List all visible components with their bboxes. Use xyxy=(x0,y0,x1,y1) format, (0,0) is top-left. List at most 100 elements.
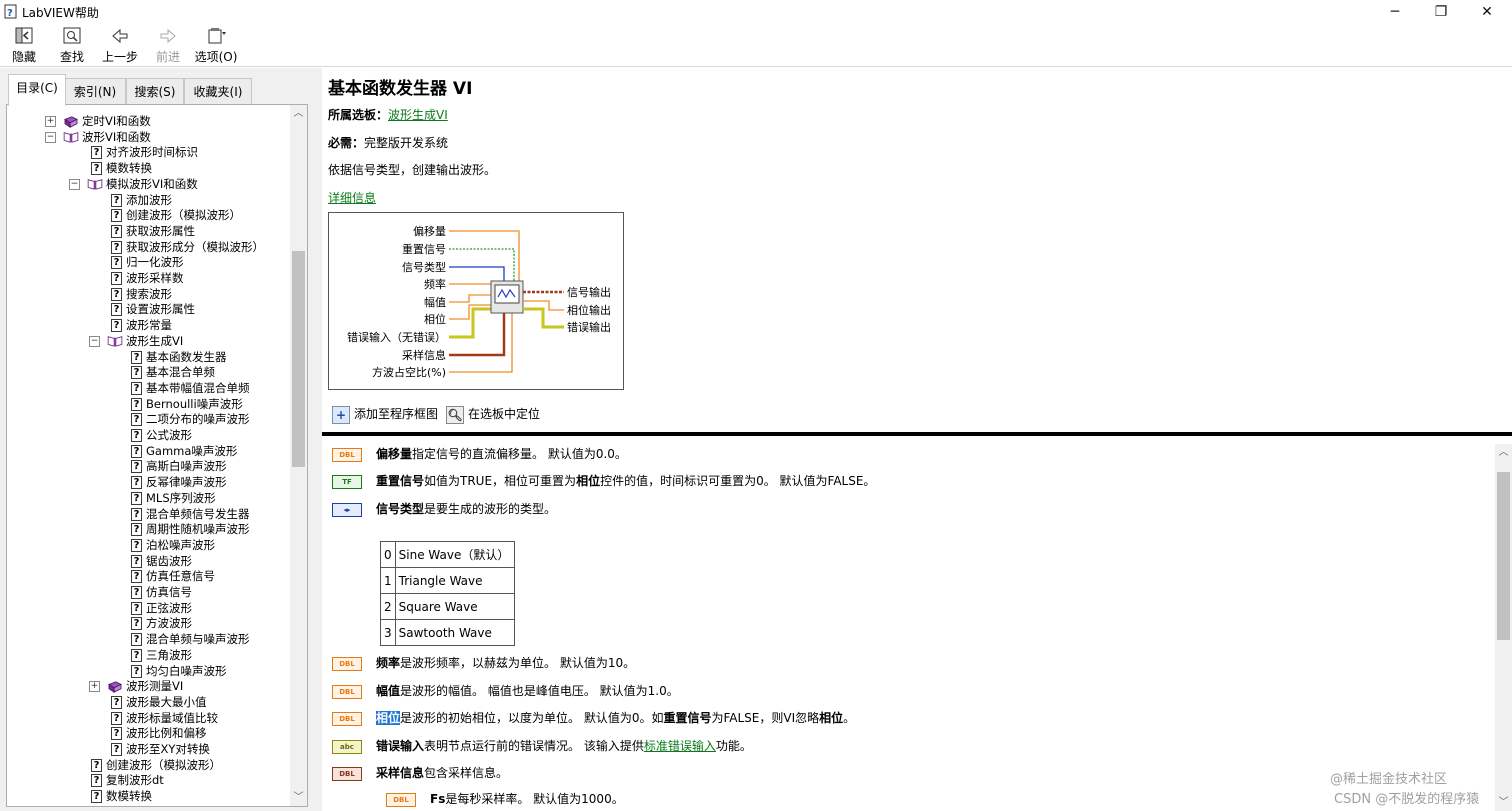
tree-topic[interactable]: ? 基本函数发生器 xyxy=(131,349,227,365)
tab-favorites[interactable]: 收藏夹(I) xyxy=(184,78,252,105)
tree-topic[interactable]: ? 模数转换 xyxy=(91,160,152,176)
back-button[interactable]: 上一步 xyxy=(102,26,138,64)
tree-folder[interactable]: + 波形测量VI xyxy=(89,678,183,694)
add-to-diagram-button[interactable]: + 添加至程序框图 xyxy=(332,403,438,425)
standard-error-link[interactable]: 标准错误输入 xyxy=(644,739,716,753)
tree-topic[interactable]: ? 搜索波形 xyxy=(111,286,172,302)
closed-book-icon xyxy=(108,681,122,693)
dbl-terminal-icon: DBL xyxy=(332,711,362,726)
palette-link[interactable]: 波形生成VI xyxy=(388,108,448,122)
tree-item-label: 波形至XY对转换 xyxy=(126,742,210,756)
help-topic-icon: ? xyxy=(131,429,142,442)
enum-terminal-icon: ◂▸ xyxy=(332,502,362,517)
tree-item-label: 复制波形dt xyxy=(106,773,164,788)
tree-topic[interactable]: ? 公式波形 xyxy=(131,427,192,443)
tree-folder[interactable]: − 模拟波形VI和函数 xyxy=(69,176,198,192)
content-scrollbar[interactable]: ︿ ﹀ xyxy=(1495,444,1512,811)
tree-item-label: 正弦波形 xyxy=(146,600,192,615)
tree-folder[interactable]: + 定时VI和函数 xyxy=(45,113,151,129)
tree-topic[interactable]: ? 仿真信号 xyxy=(131,584,192,600)
expand-icon[interactable]: + xyxy=(89,681,100,693)
scroll-up-arrow-icon[interactable]: ︿ xyxy=(290,105,307,122)
tree-topic[interactable]: ? 混合单频与噪声波形 xyxy=(131,631,250,647)
table-row: 2 Square Wave xyxy=(380,593,515,620)
tree-topic[interactable]: ? 创建波形（模拟波形） xyxy=(91,757,221,773)
tree-topic[interactable]: ? 二项分布的噪声波形 xyxy=(131,411,250,427)
tree-topic[interactable]: ? 泊松噪声波形 xyxy=(131,537,215,553)
scroll-down-arrow-icon[interactable]: ﹀ xyxy=(290,789,307,806)
scroll-down-arrow-icon[interactable]: ﹀ xyxy=(1495,794,1512,811)
scroll-up-arrow-icon[interactable]: ︿ xyxy=(1495,444,1512,461)
tree-item-label: 锯齿波形 xyxy=(146,553,192,568)
help-topic-icon: ? xyxy=(131,633,142,647)
collapse-icon[interactable]: − xyxy=(69,178,80,190)
tree-topic[interactable]: ? 数模转换 xyxy=(91,788,152,804)
minimize-button[interactable]: ─ xyxy=(1372,0,1418,24)
tree-topic[interactable]: ? 三角波形 xyxy=(131,647,192,663)
tree-topic[interactable]: ? 波形比例和偏移 xyxy=(111,725,207,741)
tree-topic[interactable]: ? 对齐波形时间标识 xyxy=(91,144,198,160)
tree-topic[interactable]: ? 获取波形属性 xyxy=(111,223,195,239)
tree-topic[interactable]: ? 波形标量域值比较 xyxy=(111,710,218,726)
tree-topic[interactable]: ? 锯齿波形 xyxy=(131,553,192,569)
tree-topic[interactable]: ? 波形最大最小值 xyxy=(111,694,207,710)
tree-item-label: 反幂律噪声波形 xyxy=(146,475,227,490)
tree-item-label: 波形生成VI xyxy=(126,333,184,348)
forward-button[interactable]: 前进 xyxy=(154,26,182,64)
tree-topic[interactable]: ? 反幂律噪声波形 xyxy=(131,474,227,490)
tree-folder[interactable]: − 波形VI和函数 xyxy=(45,129,151,145)
tree-topic[interactable]: ? 高斯白噪声波形 xyxy=(131,458,227,474)
hide-button[interactable]: 隐藏 xyxy=(10,26,38,64)
options-button[interactable]: 选项(O) xyxy=(194,26,238,64)
closed-book-icon xyxy=(64,115,78,128)
help-topic-icon: ? xyxy=(131,476,142,490)
tree-topic[interactable]: ? Bernoulli噪声波形 xyxy=(131,396,243,412)
scroll-thumb[interactable] xyxy=(1497,472,1510,640)
output-label: 信号输出 xyxy=(567,285,611,299)
locate-in-palette-button[interactable]: 🔍︎ 在选板中定位 xyxy=(446,403,540,425)
close-button[interactable]: ✕ xyxy=(1464,0,1510,24)
expand-icon[interactable]: + xyxy=(45,116,56,127)
tree-topic[interactable]: ? 获取波形成分（模拟波形） xyxy=(111,239,264,255)
tree-item-label: 波形VI和函数 xyxy=(82,129,151,144)
tree-topic[interactable]: ? 创建波形（模拟波形） xyxy=(111,207,241,223)
tree-topic[interactable]: ? 添加波形 xyxy=(111,192,172,208)
tree-topic[interactable]: ? 波形常量 xyxy=(111,317,172,333)
collapse-icon[interactable]: − xyxy=(45,131,56,143)
tree-topic[interactable]: ? 归一化波形 xyxy=(111,254,184,270)
tree-topic[interactable]: ? MLS序列波形 xyxy=(131,490,216,506)
tree-topic[interactable]: ? 均匀白噪声波形 xyxy=(131,663,227,679)
contents-tree: + 定时VI和函数 − 波形VI和函数? 对齐波形时间标识? 模数转换 − 模拟波形VI和函数… xyxy=(6,104,308,807)
help-topic-icon: ? xyxy=(131,350,142,364)
tree-item-label: Bernoulli噪声波形 xyxy=(146,396,243,411)
tab-contents[interactable]: 目录(C) xyxy=(8,74,66,106)
restore-button[interactable]: ❐ xyxy=(1418,0,1464,24)
tree-topic[interactable]: ? 周期性随机噪声波形 xyxy=(131,521,250,537)
tree-topic[interactable]: ? 设置波形属性 xyxy=(111,301,195,317)
details-link[interactable]: 详细信息 xyxy=(328,189,376,206)
tree-topic[interactable]: ? 混合单频信号发生器 xyxy=(131,506,250,522)
tab-index[interactable]: 索引(N) xyxy=(64,78,126,105)
tree-topic[interactable]: ? 基本带幅值混合单频 xyxy=(131,380,250,396)
tree-topic[interactable]: ? Gamma噪声波形 xyxy=(131,443,237,459)
help-topic-icon: ? xyxy=(131,397,142,411)
help-content: 基本函数发生器 VI 所属选板：波形生成VI 必需：完整版开发系统 依据信号类型… xyxy=(322,68,1512,811)
tree-topic[interactable]: ? 基本混合单频 xyxy=(131,364,215,380)
dbl-terminal-icon: DBL xyxy=(332,656,362,671)
tree-topic[interactable]: ? 复制波形dt xyxy=(91,772,164,788)
tree-scrollbar[interactable]: ︿ ﹀ xyxy=(290,105,307,806)
tree-topic[interactable]: ? 波形至XY对转换 xyxy=(111,741,210,757)
tree-item-label: 高斯白噪声波形 xyxy=(146,459,227,474)
collapse-icon[interactable]: − xyxy=(89,335,100,347)
tree-item-label: 创建波形（模拟波形） xyxy=(126,208,241,223)
tree-folder[interactable]: − 波形生成VI xyxy=(89,333,184,349)
scroll-thumb[interactable] xyxy=(292,251,305,467)
tree-topic[interactable]: ? 仿真任意信号 xyxy=(131,568,215,584)
requires-line: 必需：完整版开发系统 xyxy=(328,134,448,151)
find-button[interactable]: 查找 xyxy=(58,26,86,64)
tree-topic[interactable]: ? 方波波形 xyxy=(131,615,192,631)
window-title: LabVIEW帮助 xyxy=(22,6,99,20)
tab-search[interactable]: 搜索(S) xyxy=(126,78,184,105)
tree-topic[interactable]: ? 波形采样数 xyxy=(111,270,184,286)
tree-topic[interactable]: ? 正弦波形 xyxy=(131,600,192,616)
